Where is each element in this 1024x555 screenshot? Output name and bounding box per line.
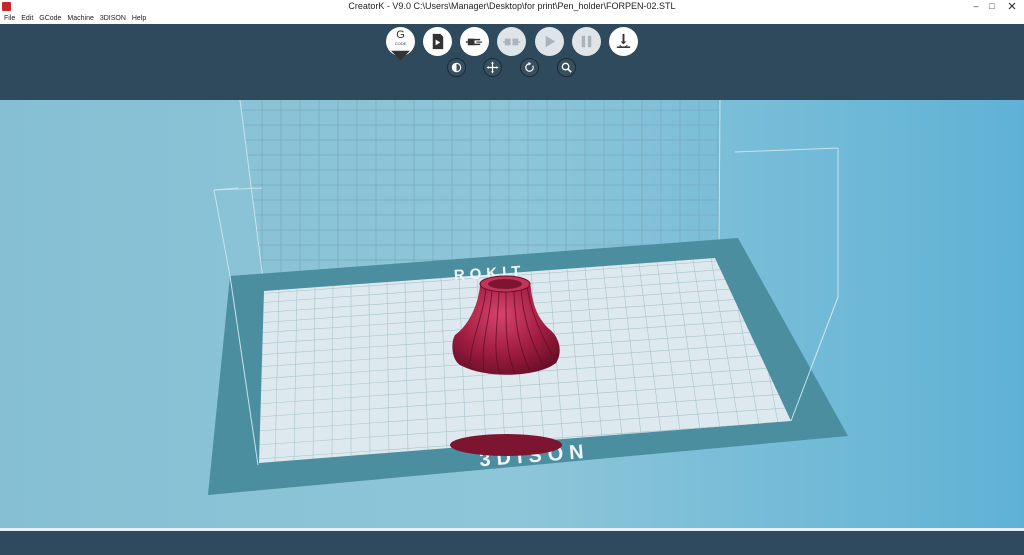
- menu-machine[interactable]: Machine: [67, 13, 93, 24]
- window-title: CreatorK - V9.0 C:\Users\Manager\Desktop…: [348, 1, 676, 11]
- plug-icon: [465, 38, 483, 46]
- close-icon: [1008, 2, 1016, 10]
- menu-edit[interactable]: Edit: [21, 13, 33, 24]
- 3d-viewport[interactable]: ROKIT 3DISON: [0, 100, 1024, 528]
- nozzle-icon: [616, 33, 631, 48]
- rotate-icon: [525, 61, 534, 72]
- menu-gcode[interactable]: GCode: [39, 13, 61, 24]
- menu-3dison[interactable]: 3DISON: [100, 13, 126, 24]
- move-button[interactable]: [483, 58, 502, 77]
- rotate-button[interactable]: [520, 58, 539, 77]
- chevron-down-icon: [391, 50, 410, 61]
- menu-file[interactable]: File: [4, 13, 15, 24]
- status-bar: [0, 531, 1024, 555]
- magnifier-icon: [561, 62, 572, 73]
- gcode-icon: G CODE: [386, 30, 415, 70]
- move-arrows-icon: [486, 61, 499, 74]
- gcode-icon-label: G: [396, 29, 405, 41]
- pause-icon: [581, 35, 592, 48]
- generate-gcode-button[interactable]: G CODE: [386, 27, 415, 61]
- connect-button[interactable]: [460, 27, 489, 56]
- close-button[interactable]: [1000, 0, 1024, 13]
- maximize-button[interactable]: □: [984, 0, 1000, 13]
- toolbar: G CODE: [0, 24, 1024, 100]
- play-button[interactable]: [535, 27, 564, 56]
- view-toggle-button[interactable]: [447, 58, 466, 77]
- play-icon: [545, 35, 556, 48]
- save-to-sd-button[interactable]: [423, 27, 452, 56]
- title-bar: CreatorK - V9.0 C:\Users\Manager\Desktop…: [0, 0, 1024, 13]
- zoom-button[interactable]: [557, 58, 576, 77]
- sd-card-icon: [432, 33, 444, 50]
- disconnect-button[interactable]: [497, 27, 526, 56]
- menu-help[interactable]: Help: [132, 13, 146, 24]
- half-circle-icon: [451, 62, 462, 73]
- level-bed-button[interactable]: [609, 27, 638, 56]
- build-volume-scene: ROKIT 3DISON: [0, 100, 1024, 528]
- pause-button[interactable]: [572, 27, 601, 56]
- minimize-button[interactable]: –: [968, 0, 984, 13]
- unplug-icon: [502, 38, 521, 46]
